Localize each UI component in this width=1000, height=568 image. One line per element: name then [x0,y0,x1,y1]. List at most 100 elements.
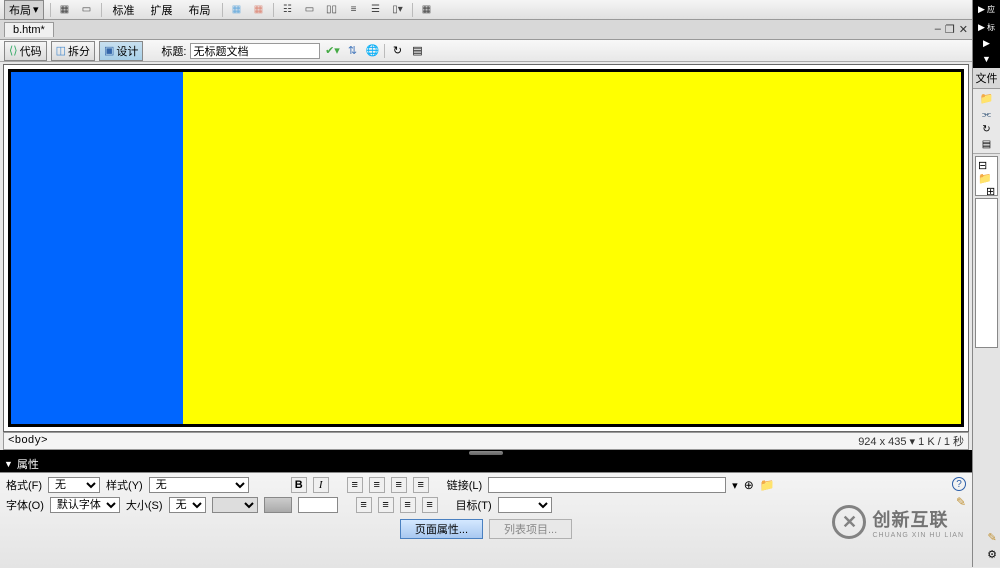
link-input[interactable] [488,477,726,493]
icon-7[interactable]: ☰ [368,2,384,18]
ol-btn[interactable]: ≡ [378,497,394,513]
color-hex-input[interactable] [298,497,338,513]
design-label: 设计 [116,43,138,59]
format-label: 格式(F) [6,477,42,493]
size-unit-select[interactable] [212,497,258,513]
panel-collapse-2[interactable]: ▶ 标 [973,18,1000,36]
files-panel-label[interactable]: 文件 [973,68,1000,89]
refresh-icon[interactable]: ↻ [982,124,990,135]
layout-btn[interactable]: 布局 [184,0,216,20]
insert-toolbar: 布局 ▾ ▦ ▭ 标准 扩展 布局 ▦ ▦ ☷ ▭ ▯▯ ≡ ☰ ▯▾ ▦ [0,0,972,20]
document-tab-bar: b.htm* – ❐ ✕ [0,20,972,40]
document-toolbar: ⟨⟩ 代码 ◫ 拆分 ▣ 设计 标题: ✔▾ ⇅ 🌐 ↻ ▤ [0,40,972,62]
icon-5[interactable]: ▯▯ [324,2,340,18]
yellow-column[interactable] [183,72,961,424]
collapse-triangle-icon: ▼ [4,459,13,469]
icon-8[interactable]: ▯▾ [390,2,406,18]
icon-2[interactable]: ▦ [251,2,267,18]
split-view-btn[interactable]: ◫ 拆分 [51,41,95,61]
properties-panel: ? ✎ 格式(F) 无 样式(Y) 无 B I ≡ ≡ ≡ ≡ 链接(L) ▾ … [0,472,972,568]
separator [273,3,274,17]
properties-title: 属性 [17,456,39,472]
right-sidebar: ▶ 应 ▶ 标 ▶ ▼ 文件 📁 ⫘ ↻ ▤ ⊟ 📁 ⊞ ✎ ⚙ [972,0,1000,567]
icon-6[interactable]: ≡ [346,2,362,18]
files-tree[interactable]: ⊟ 📁 ⊞ [975,156,998,196]
expand-btn[interactable]: 扩展 [146,0,178,20]
icon-3[interactable]: ☷ [280,2,296,18]
minimize-icon[interactable]: – [935,23,941,36]
link-label: 链接(L) [447,477,482,493]
size-label: 大小(S) [126,497,163,513]
design-view-btn[interactable]: ▣ 设计 [99,41,143,61]
outdent-btn[interactable]: ≡ [400,497,416,513]
separator [222,3,223,17]
separator [412,3,413,17]
link-icon[interactable]: ⫘ [982,109,991,120]
files-tree-body[interactable] [975,198,998,348]
watermark: ✕ 创新互联 CHUANG XIN HU LIAN [832,505,964,539]
close-icon[interactable]: ✕ [959,23,968,36]
tag-selector[interactable]: <body> [8,435,48,447]
insert-div-icon[interactable]: ▭ [79,2,95,18]
panel-collapse-3[interactable]: ▶ [973,36,1000,50]
chevron-down-icon: ▾ [33,3,39,16]
help-icon[interactable]: ? [952,477,966,491]
target-label: 目标(T) [456,497,492,513]
design-icon: ▣ [104,44,114,57]
align-left-btn[interactable]: ≡ [347,477,363,493]
document-tab[interactable]: b.htm* [4,22,54,37]
code-view-btn[interactable]: ⟨⟩ 代码 [4,41,47,61]
italic-btn[interactable]: I [313,477,329,493]
standard-btn[interactable]: 标准 [108,0,140,20]
target-select[interactable] [498,497,552,513]
list-icon[interactable]: ▤ [982,139,991,150]
size-select[interactable]: 无 [169,497,206,513]
ul-btn[interactable]: ≡ [356,497,372,513]
table-icon[interactable]: ▦ [57,2,73,18]
panel-files-header[interactable]: ▼ [973,50,1000,68]
format-select[interactable]: 无 [48,477,100,493]
watermark-cn: 创新互联 [872,506,964,532]
log-icon[interactable]: ✎ [987,531,996,544]
globe-icon[interactable]: 🌐 [364,43,380,59]
folder-icon[interactable]: 📁 [980,92,994,105]
list-item-btn[interactable]: 列表项目... [489,519,572,539]
code-label: 代码 [20,43,42,59]
code-icon: ⟨⟩ [9,44,18,57]
watermark-en: CHUANG XIN HU LIAN [872,532,964,539]
blue-column[interactable] [11,72,183,424]
icon-9[interactable]: ▦ [419,2,435,18]
title-input[interactable] [190,43,320,59]
view-options-icon[interactable]: ▤ [409,43,425,59]
properties-header[interactable]: ▼ 属性 [0,456,972,472]
panel-collapse-1[interactable]: ▶ 应 [973,0,1000,18]
browse-icon[interactable]: 📁 [760,478,775,492]
page-frame [8,69,964,427]
split-icon: ◫ [56,44,66,57]
style-select[interactable]: 无 [149,477,249,493]
settings-icon[interactable]: ⚙ [987,548,997,561]
watermark-logo-icon: ✕ [832,505,866,539]
split-label: 拆分 [68,43,90,59]
link-dropdown-icon[interactable]: ▾ [732,479,738,492]
restore-icon[interactable]: ❐ [945,23,955,36]
page-properties-btn[interactable]: 页面属性... [400,519,483,539]
align-justify-btn[interactable]: ≡ [413,477,429,493]
text-color-well[interactable] [264,497,292,513]
indent-btn[interactable]: ≡ [422,497,438,513]
font-select[interactable]: 默认字体 [50,497,120,513]
layout-menu-label: 布局 [9,2,31,18]
icon-4[interactable]: ▭ [302,2,318,18]
icon-1[interactable]: ▦ [229,2,245,18]
sync-icon[interactable]: ⇅ [344,43,360,59]
align-right-btn[interactable]: ≡ [391,477,407,493]
check-icon[interactable]: ✔▾ [324,43,340,59]
title-label: 标题: [161,43,186,59]
layout-menu[interactable]: 布局 ▾ [4,0,44,20]
bold-btn[interactable]: B [291,477,307,493]
refresh-icon[interactable]: ↻ [389,43,405,59]
status-dimensions[interactable]: 924 x 435 ▾ 1 K / 1 秒 [858,433,964,449]
align-center-btn[interactable]: ≡ [369,477,385,493]
point-to-file-icon[interactable]: ⊕ [744,478,754,492]
design-canvas[interactable] [3,64,969,432]
